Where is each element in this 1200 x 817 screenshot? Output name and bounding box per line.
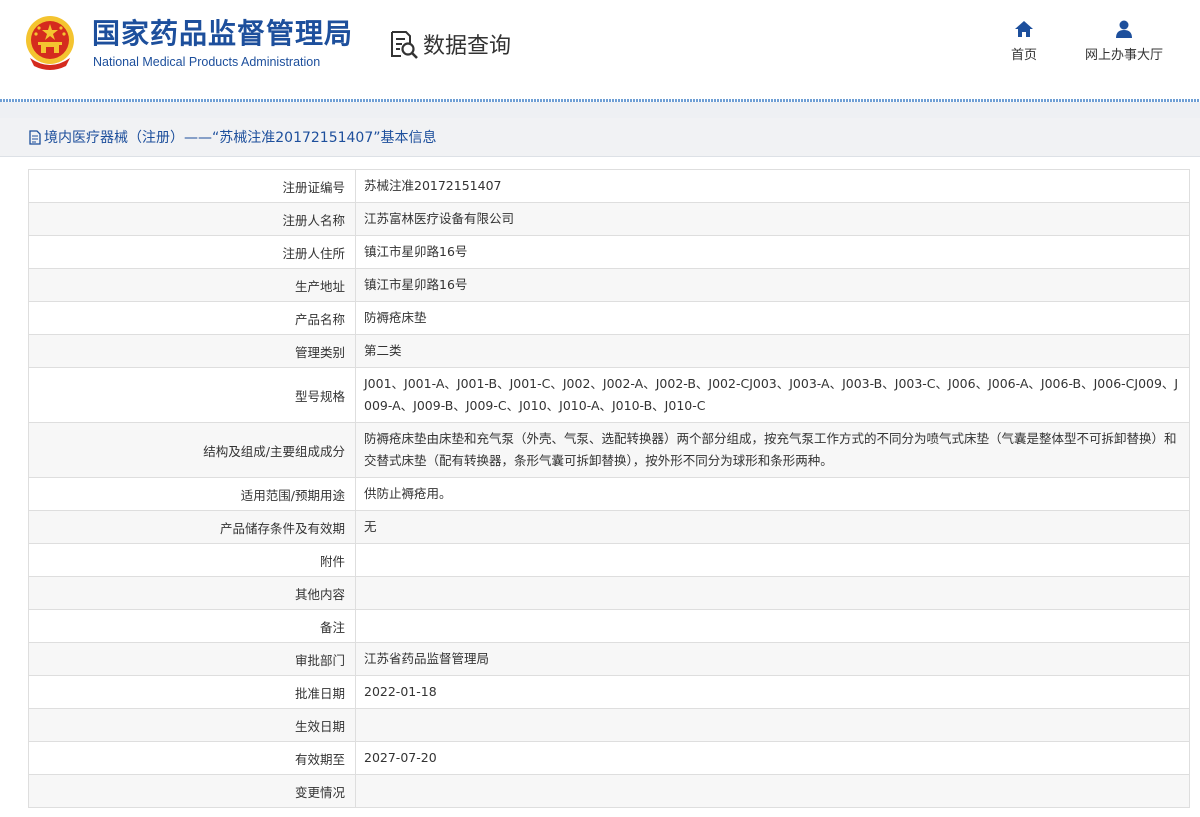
national-emblem-icon: [26, 16, 74, 70]
table-row: 型号规格 J001、J001-A、J001-B、J001-C、J002、J002…: [28, 367, 1190, 423]
field-value: 江苏富林医疗设备有限公司: [355, 202, 1190, 236]
header-divider: [0, 99, 1200, 102]
nav-online-service-hall-label: 网上办事大厅: [1084, 48, 1163, 63]
field-label: 注册人住所: [28, 235, 356, 269]
table-row: 有效期至 2027-07-20: [28, 741, 1190, 775]
field-label: 结构及组成/主要组成成分: [28, 422, 356, 478]
page-gap: [0, 100, 1200, 118]
field-label: 其他内容: [28, 576, 356, 610]
field-label: 备注: [28, 609, 356, 643]
data-query-title: 数据查询: [389, 26, 511, 62]
field-label: 生效日期: [28, 708, 356, 742]
table-row: 结构及组成/主要组成成分 防褥疮床垫由床垫和充气泵（外壳、气泵、选配转换器）两个…: [28, 422, 1190, 478]
field-value: [355, 708, 1190, 742]
basic-info-table: 注册证编号 苏械注准20172151407 注册人名称 江苏富林医疗设备有限公司…: [28, 169, 1190, 808]
site-header: 国家药品监督管理局 National Medical Products Admi…: [0, 0, 1200, 102]
table-row: 注册人名称 江苏富林医疗设备有限公司: [28, 202, 1190, 236]
table-row: 注册证编号 苏械注准20172151407: [28, 169, 1190, 203]
table-row: 审批部门 江苏省药品监督管理局: [28, 642, 1190, 676]
org-name-en: National Medical Products Administration: [93, 55, 321, 69]
table-row: 备注: [28, 609, 1190, 643]
field-label: 适用范围/预期用途: [28, 477, 356, 511]
field-value: [355, 774, 1190, 808]
table-row: 变更情况: [28, 774, 1190, 808]
table-row: 产品名称 防褥疮床垫: [28, 301, 1190, 335]
field-value: 防褥疮床垫: [355, 301, 1190, 335]
field-label: 附件: [28, 543, 356, 577]
field-value: 2027-07-20: [355, 741, 1190, 775]
home-icon: [1015, 21, 1033, 37]
field-value: 第二类: [355, 334, 1190, 368]
field-value: 苏械注准20172151407: [355, 169, 1190, 203]
table-row: 批准日期 2022-01-18: [28, 675, 1190, 709]
field-label: 有效期至: [28, 741, 356, 775]
field-label: 生产地址: [28, 268, 356, 302]
user-icon: [1116, 20, 1132, 38]
field-label: 变更情况: [28, 774, 356, 808]
table-row: 生效日期: [28, 708, 1190, 742]
field-label: 产品名称: [28, 301, 356, 335]
table-row: 注册人住所 镇江市星卯路16号: [28, 235, 1190, 269]
field-label: 产品储存条件及有效期: [28, 510, 356, 544]
field-value: 供防止褥疮用。: [355, 477, 1190, 511]
org-name-cn: 国家药品监督管理局: [92, 17, 354, 50]
table-row: 其他内容: [28, 576, 1190, 610]
field-label: 注册证编号: [28, 169, 356, 203]
document-search-icon: [391, 31, 418, 59]
table-row: 附件: [28, 543, 1190, 577]
field-label: 批准日期: [28, 675, 356, 709]
nav-online-service-hall[interactable]: 网上办事大厅: [1078, 20, 1170, 63]
field-value: [355, 609, 1190, 643]
field-value: 镇江市星卯路16号: [355, 235, 1190, 269]
field-label: 注册人名称: [28, 202, 356, 236]
nav-home-label: 首页: [1010, 48, 1037, 63]
table-row: 管理类别 第二类: [28, 334, 1190, 368]
table-row: 适用范围/预期用途 供防止褥疮用。: [28, 477, 1190, 511]
record-content: 注册证编号 苏械注准20172151407 注册人名称 江苏富林医疗设备有限公司…: [0, 157, 1200, 808]
field-label: 审批部门: [28, 642, 356, 676]
field-value: 无: [355, 510, 1190, 544]
table-row: 产品储存条件及有效期 无: [28, 510, 1190, 544]
field-label: 型号规格: [28, 367, 356, 423]
record-title-bar: 境内医疗器械（注册）——“苏械注准20172151407”基本信息: [0, 118, 1200, 157]
field-value: [355, 543, 1190, 577]
record-title: 境内医疗器械（注册）——“苏械注准20172151407”基本信息: [44, 130, 437, 146]
field-value: 防褥疮床垫由床垫和充气泵（外壳、气泵、选配转换器）两个部分组成，按充气泵工作方式…: [355, 422, 1190, 478]
field-value: 江苏省药品监督管理局: [355, 642, 1190, 676]
data-query-label: 数据查询: [423, 34, 512, 59]
document-icon: [29, 129, 41, 145]
table-row: 生产地址 镇江市星卯路16号: [28, 268, 1190, 302]
field-label: 管理类别: [28, 334, 356, 368]
field-value: 镇江市星卯路16号: [355, 268, 1190, 302]
nav-home[interactable]: 首页: [1008, 20, 1040, 63]
field-value: [355, 576, 1190, 610]
field-value: 2022-01-18: [355, 675, 1190, 709]
field-value: J001、J001-A、J001-B、J001-C、J002、J002-A、J0…: [355, 367, 1190, 423]
